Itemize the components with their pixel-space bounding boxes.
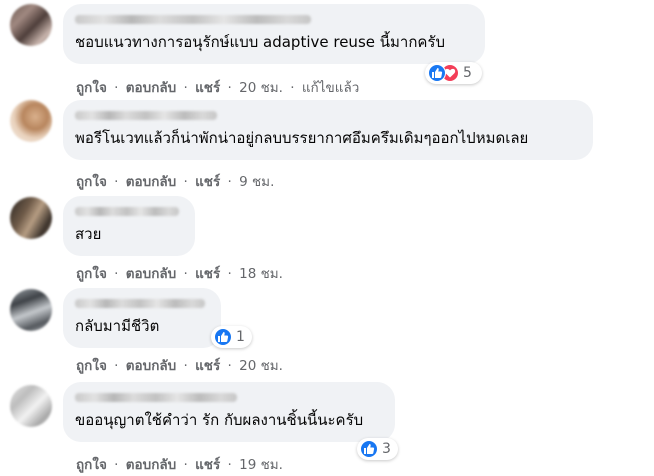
avatar[interactable] [10,289,52,331]
comment-actions: ถูกใจ · ตอบกลับ · แชร์ · 18 ชม. [76,266,283,282]
author-name[interactable] [75,393,237,402]
like-link[interactable]: ถูกใจ [76,266,107,282]
avatar[interactable] [10,197,52,239]
comment-actions: ถูกใจ · ตอบกลับ · แชร์ · 19 ชม. [76,457,283,473]
comment-actions: ถูกใจ · ตอบกลับ · แชร์ · 20 ชม. [76,358,283,374]
comment-actions: ถูกใจ · ตอบกลับ · แชร์ · 9 ชม. [76,174,275,190]
like-icon [214,328,232,346]
like-icon [428,64,446,82]
reply-link[interactable]: ตอบกลับ [126,358,176,374]
like-link[interactable]: ถูกใจ [76,358,107,374]
like-link[interactable]: ถูกใจ [76,457,107,473]
like-link[interactable]: ถูกใจ [76,80,107,96]
timestamp[interactable]: 20 ชม. [239,358,283,374]
comment-text: กลับมามีชีวิต [75,317,160,335]
reply-link[interactable]: ตอบกลับ [126,266,176,282]
comment-bubble: พอรีโนเวทแล้วก็น่าพักน่าอยู่กลบบรรยากาศอ… [63,100,593,160]
reply-link[interactable]: ตอบกลับ [126,174,176,190]
timestamp[interactable]: 20 ชม. [239,80,283,96]
author-name[interactable] [75,111,217,120]
avatar[interactable] [10,4,52,46]
reaction-summary[interactable]: 5 [425,62,482,84]
comment-bubble: ชอบแนวทางการอนุรักษ์แบบ adaptive reuse น… [63,4,485,64]
share-link[interactable]: แชร์ [195,266,220,282]
share-link[interactable]: แชร์ [195,80,220,96]
reaction-count: 1 [236,329,245,345]
like-icon [360,440,378,458]
reply-link[interactable]: ตอบกลับ [126,80,176,96]
comment-bubble: ขออนุญาตใช้คำว่า รัก กับผลงานชิ้นนี้นะคร… [63,382,395,442]
avatar[interactable] [10,100,52,142]
comment-text: ชอบแนวทางการอนุรักษ์แบบ adaptive reuse น… [75,33,446,51]
reply-link[interactable]: ตอบกลับ [126,457,176,473]
share-link[interactable]: แชร์ [195,457,220,473]
reaction-summary[interactable]: 1 [211,326,252,348]
edited-label[interactable]: แก้ไขแล้ว [302,80,359,96]
comment-bubble: กลับมามีชีวิต [63,288,221,348]
comment-bubble: สวย [63,196,195,256]
timestamp[interactable]: 9 ชม. [239,174,274,190]
comment-text: สวย [75,225,102,243]
share-link[interactable]: แชร์ [195,358,220,374]
avatar[interactable] [10,385,52,427]
reaction-count: 3 [382,441,391,457]
author-name[interactable] [75,299,205,308]
comment-actions: ถูกใจ · ตอบกลับ · แชร์ · 20 ชม. · แก้ไขแ… [76,80,360,96]
share-link[interactable]: แชร์ [195,174,220,190]
timestamp[interactable]: 19 ชม. [239,457,283,473]
comment-text: พอรีโนเวทแล้วก็น่าพักน่าอยู่กลบบรรยากาศอ… [75,129,529,147]
reaction-summary[interactable]: 3 [357,438,398,460]
like-link[interactable]: ถูกใจ [76,174,107,190]
author-name[interactable] [75,207,179,216]
timestamp[interactable]: 18 ชม. [239,266,283,282]
author-name[interactable] [75,15,311,24]
comment-text: ขออนุญาตใช้คำว่า รัก กับผลงานชิ้นนี้นะคร… [75,411,364,429]
reaction-count: 5 [463,65,472,81]
